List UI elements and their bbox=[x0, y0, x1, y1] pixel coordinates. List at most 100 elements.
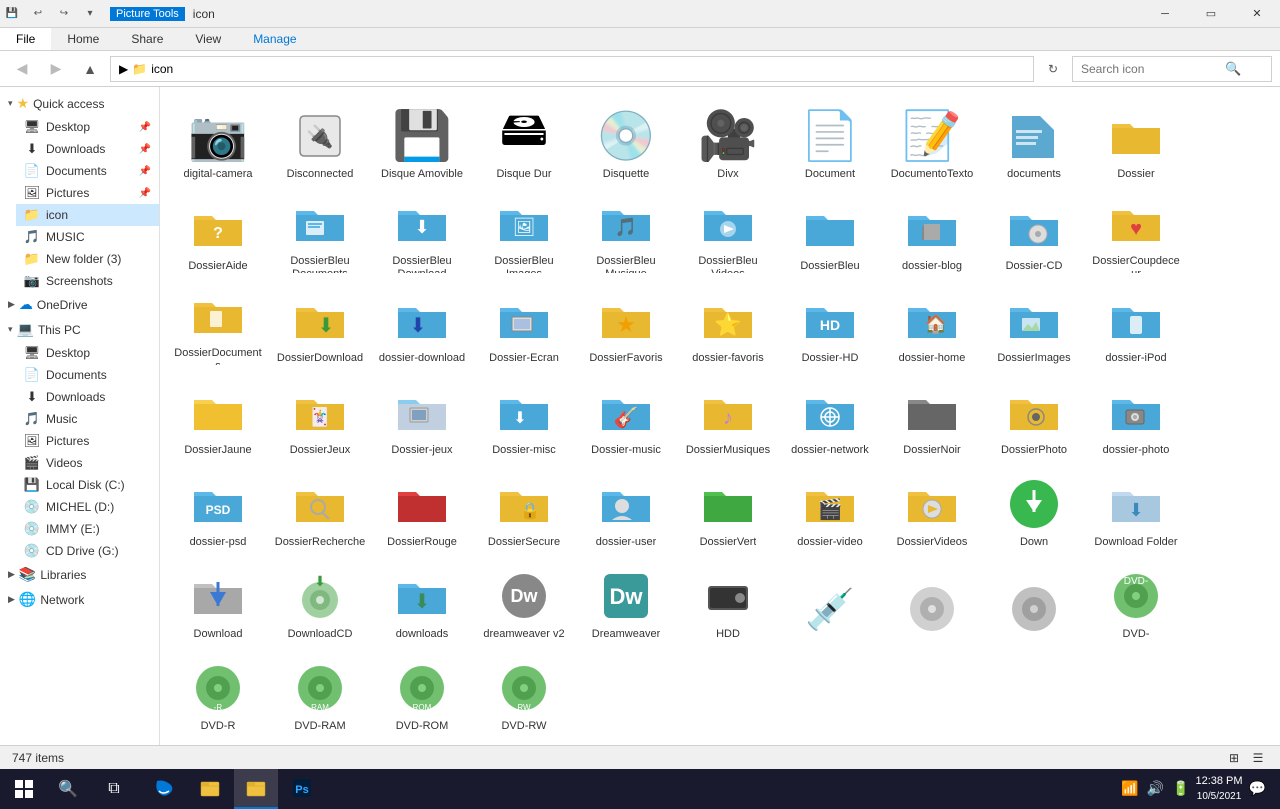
icon-item-d-hd[interactable]: HD Dossier-HD bbox=[780, 279, 880, 369]
icon-item-d-vert[interactable]: DossierVert bbox=[678, 463, 778, 553]
search-input[interactable] bbox=[1081, 62, 1221, 76]
sidebar-item-gdrive[interactable]: 💿CD Drive (G:) bbox=[16, 540, 159, 562]
icon-item-dvd-rw[interactable]: RW DVD-RW bbox=[474, 647, 574, 737]
icon-item-d-psd[interactable]: PSD dossier-psd bbox=[168, 463, 268, 553]
ps-button[interactable]: Ps bbox=[280, 769, 324, 809]
icon-item-dl-cd[interactable]: ⬇ DownloadCD bbox=[270, 555, 370, 645]
icon-item-db-img[interactable]: 🖼 DossierBleu Images bbox=[474, 187, 574, 277]
sidebar-onedrive[interactable]: ▶ ☁ OneDrive bbox=[0, 292, 159, 317]
icon-item-d-star2[interactable]: ⭐ dossier-favoris bbox=[678, 279, 778, 369]
icon-item-dw[interactable]: Dw Dreamweaver bbox=[576, 555, 676, 645]
tab-view[interactable]: View bbox=[179, 28, 237, 50]
icon-item-dossier[interactable]: Dossier bbox=[1086, 95, 1186, 185]
sidebar-item-desktop2[interactable]: 🖥Desktop bbox=[16, 342, 159, 364]
taskbar-clock[interactable]: 12:38 PM 10/5/2021 bbox=[1195, 774, 1242, 803]
icon-item-divx[interactable]: 🎥 Divx bbox=[678, 95, 778, 185]
icon-item-disquette[interactable]: 💿 Disquette bbox=[576, 95, 676, 185]
icon-item-dvd-ram[interactable]: RAM DVD-RAM bbox=[270, 647, 370, 737]
close-button[interactable]: ✕ bbox=[1234, 0, 1280, 28]
sidebar-this-pc[interactable]: ▾ 💻 This PC bbox=[0, 317, 159, 342]
icon-item-d-cd[interactable]: Dossier-CD bbox=[984, 187, 1084, 277]
sidebar-item-dl2[interactable]: ⬇Downloads bbox=[16, 386, 159, 408]
icon-item-d-ipod[interactable]: dossier-iPod bbox=[1086, 279, 1186, 369]
icon-item-db-docs[interactable]: DossierBleu Documents bbox=[270, 187, 370, 277]
icon-item-d-search[interactable]: DossierRecherche bbox=[270, 463, 370, 553]
icon-item-d-noir[interactable]: DossierNoir bbox=[882, 371, 982, 461]
icon-item-d-videos[interactable]: DossierVideos bbox=[882, 463, 982, 553]
battery-taskbar-icon[interactable]: 🔋 bbox=[1170, 778, 1191, 799]
icon-item-documento[interactable]: 📝 DocumentoTexto bbox=[882, 95, 982, 185]
icon-item-d-yellow[interactable]: DossierJaune bbox=[168, 371, 268, 461]
icon-item-d-games2[interactable]: Dossier-jeux bbox=[372, 371, 472, 461]
forward-button[interactable]: ▶ bbox=[42, 55, 70, 83]
tab-share[interactable]: Share bbox=[115, 28, 179, 50]
icon-item-db-dl[interactable]: ⬇ DossierBleu Download bbox=[372, 187, 472, 277]
icon-item-dw2[interactable]: Dw dreamweaver v2 bbox=[474, 555, 574, 645]
icon-item-d-blog[interactable]: dossier-blog bbox=[882, 187, 982, 277]
icon-item-dossier-aide[interactable]: ? DossierAide bbox=[168, 187, 268, 277]
address-path[interactable]: ▶ 📁 icon bbox=[110, 56, 1034, 82]
icon-item-db-mus[interactable]: 🎵 DossierBleu Musique bbox=[576, 187, 676, 277]
minimize-button[interactable]: ─ bbox=[1142, 0, 1188, 28]
icon-item-hdd[interactable]: HDD bbox=[678, 555, 778, 645]
icon-item-dvd-rom[interactable]: ROM DVD-ROM bbox=[372, 647, 472, 737]
icon-item-d-games[interactable]: 🃏 DossierJeux bbox=[270, 371, 370, 461]
qa-redo[interactable]: ↪ bbox=[52, 2, 76, 26]
search-icon[interactable]: 🔍 bbox=[1225, 61, 1241, 77]
sidebar-network[interactable]: ▶ 🌐 Network bbox=[0, 587, 159, 612]
icon-item-db-plain[interactable]: DossierBleu bbox=[780, 187, 880, 277]
back-button[interactable]: ◀ bbox=[8, 55, 36, 83]
sidebar-item-documents[interactable]: 📄 Documents 📌 bbox=[16, 160, 159, 182]
explorer-button[interactable] bbox=[188, 769, 232, 809]
icon-item-d-user[interactable]: dossier-user bbox=[576, 463, 676, 553]
icon-item-documents[interactable]: documents bbox=[984, 95, 1084, 185]
icon-item-dl-folder[interactable]: ⬇ Download Folder bbox=[1086, 463, 1186, 553]
sidebar-item-ddrive[interactable]: 💿MICHEL (D:) bbox=[16, 496, 159, 518]
icon-item-d-docs2[interactable]: DossierDocuments bbox=[168, 279, 268, 369]
volume-taskbar-icon[interactable]: 🔊 bbox=[1145, 778, 1166, 799]
sidebar-item-edrive[interactable]: 💿IMMY (E:) bbox=[16, 518, 159, 540]
start-button[interactable] bbox=[4, 769, 44, 809]
icon-item-d-photo2[interactable]: dossier-photo bbox=[1086, 371, 1186, 461]
tab-manage[interactable]: Manage bbox=[237, 28, 312, 50]
icon-item-d-network[interactable]: dossier-network bbox=[780, 371, 880, 461]
icon-item-d-home[interactable]: 🏠 dossier-home bbox=[882, 279, 982, 369]
maximize-button[interactable]: ▭ bbox=[1188, 0, 1234, 28]
tab-file[interactable]: File bbox=[0, 28, 51, 50]
notification-icon[interactable]: 💬 bbox=[1247, 778, 1268, 799]
icon-item-disque-amovible[interactable]: 💾 Disque Amovible bbox=[372, 95, 472, 185]
icon-item-d-star[interactable]: ★ DossierFavoris bbox=[576, 279, 676, 369]
icon-item-d-heart[interactable]: ♥ DossierCoupdeceur bbox=[1086, 187, 1186, 277]
sidebar-item-newfolder[interactable]: 📁 New folder (3) bbox=[16, 248, 159, 270]
sidebar-item-icon[interactable]: 📁 icon bbox=[16, 204, 159, 226]
search-taskbar-button[interactable]: 🔍 bbox=[46, 769, 90, 809]
icon-item-d-musiques[interactable]: ♪ DossierMusiques bbox=[678, 371, 778, 461]
sidebar-item-desktop[interactable]: 🖥 Desktop 📌 bbox=[16, 116, 159, 138]
icon-item-d-secure[interactable]: 🔒 DossierSecure bbox=[474, 463, 574, 553]
refresh-button[interactable]: ↻ bbox=[1040, 56, 1066, 82]
qa-dropdown[interactable]: ▾ bbox=[78, 2, 102, 26]
large-icons-view-button[interactable]: ⊞ bbox=[1224, 748, 1244, 768]
icon-item-disque-dur[interactable]: 🖴 Disque Dur bbox=[474, 95, 574, 185]
icon-item-d-misc[interactable]: ⬇ Dossier-misc bbox=[474, 371, 574, 461]
sidebar-quick-access[interactable]: ▾ ★ Quick access bbox=[0, 91, 159, 116]
task-view-button[interactable]: ⧉ bbox=[92, 769, 136, 809]
edge-button[interactable] bbox=[142, 769, 186, 809]
icon-item-d-dl2[interactable]: ⬇ dossier-download bbox=[372, 279, 472, 369]
active-explorer-button[interactable] bbox=[234, 769, 278, 809]
icon-item-inj[interactable]: 💉 bbox=[780, 555, 880, 645]
icon-item-d-video[interactable]: 🎬 dossier-video bbox=[780, 463, 880, 553]
sidebar-item-pictures[interactable]: 🖼 Pictures 📌 bbox=[16, 182, 159, 204]
icon-item-downloads[interactable]: ⬇ downloads bbox=[372, 555, 472, 645]
sidebar-item-downloads[interactable]: ⬇ Downloads 📌 bbox=[16, 138, 159, 160]
sidebar-item-pics2[interactable]: 🖼Pictures bbox=[16, 430, 159, 452]
icon-item-down[interactable]: Down bbox=[984, 463, 1084, 553]
sidebar-item-screenshots[interactable]: 📷 Screenshots bbox=[16, 270, 159, 292]
sidebar-item-cdrive[interactable]: 💾Local Disk (C:) bbox=[16, 474, 159, 496]
sidebar-item-docs2[interactable]: 📄Documents bbox=[16, 364, 159, 386]
icon-item-document[interactable]: 📄 Document bbox=[780, 95, 880, 185]
network-taskbar-icon[interactable]: 📶 bbox=[1119, 778, 1140, 799]
qa-save[interactable]: 💾 bbox=[0, 2, 24, 26]
icon-item-dvd[interactable] bbox=[882, 555, 982, 645]
icon-item-dvd-minus[interactable]: DVD- DVD- bbox=[1086, 555, 1186, 645]
